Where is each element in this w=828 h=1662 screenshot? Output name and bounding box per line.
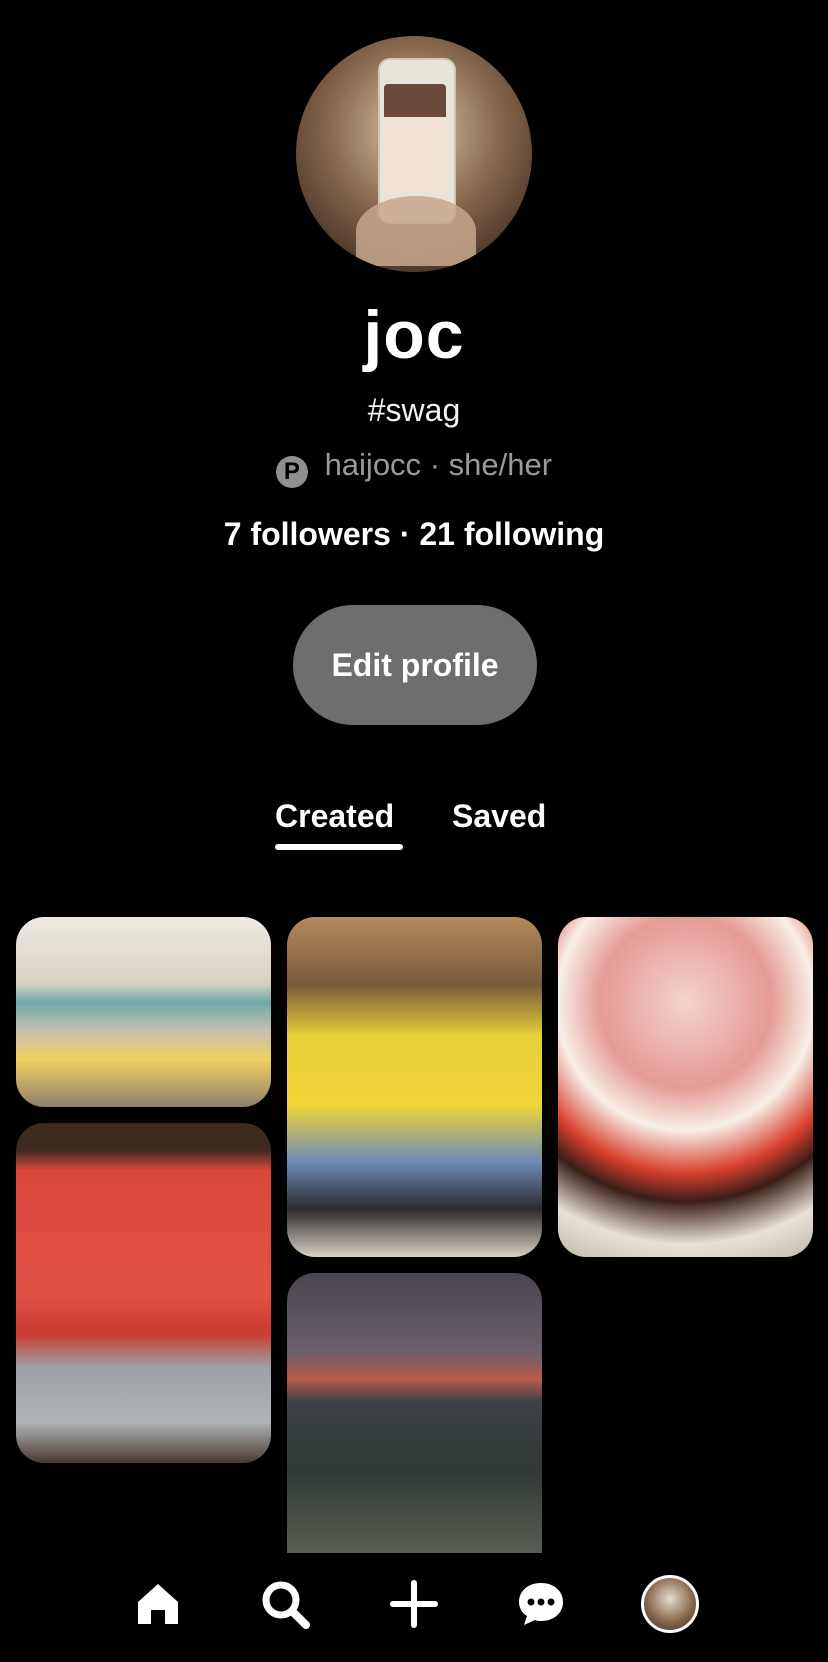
handle-separator: · xyxy=(429,447,441,482)
cafe-interior-pin[interactable] xyxy=(16,917,271,1107)
edit-profile-button[interactable]: Edit profile xyxy=(293,605,537,725)
profile-avatar-icon xyxy=(641,1575,699,1633)
profile-about: #swag xyxy=(367,392,461,428)
minion-statue-pin[interactable] xyxy=(287,917,542,1257)
bottom-nav-bar xyxy=(0,1555,828,1662)
profile-stats: 7 followers · 21 following xyxy=(0,516,828,553)
tab-created[interactable]: Created xyxy=(275,798,394,835)
search-icon[interactable] xyxy=(250,1569,320,1639)
frozen-yogurt-pin[interactable] xyxy=(558,917,813,1257)
avatar-anime-face xyxy=(384,84,446,194)
tab-saved[interactable]: Saved xyxy=(452,798,546,835)
profile-handle: haijocc xyxy=(324,447,422,482)
ocean-sunset-pin[interactable] xyxy=(287,1273,542,1553)
stats-separator: · xyxy=(399,516,411,552)
plus-icon[interactable] xyxy=(379,1569,449,1639)
chat-icon[interactable] xyxy=(506,1569,576,1639)
avatar-hands xyxy=(356,196,476,266)
profile-avatar[interactable] xyxy=(296,36,532,272)
pinterest-icon: P xyxy=(275,456,308,488)
nav-profile-item[interactable] xyxy=(635,1569,705,1639)
monchhichi-dolls-pin[interactable] xyxy=(16,1123,271,1463)
following-count[interactable]: 21 following xyxy=(419,516,604,552)
followers-count[interactable]: 7 followers xyxy=(224,516,391,552)
home-icon[interactable] xyxy=(123,1569,193,1639)
profile-handle-row: P haijocc · she/her xyxy=(0,447,828,488)
profile-name: joc xyxy=(363,297,465,373)
profile-pronouns: she/her xyxy=(448,447,553,482)
active-tab-indicator xyxy=(275,844,403,850)
